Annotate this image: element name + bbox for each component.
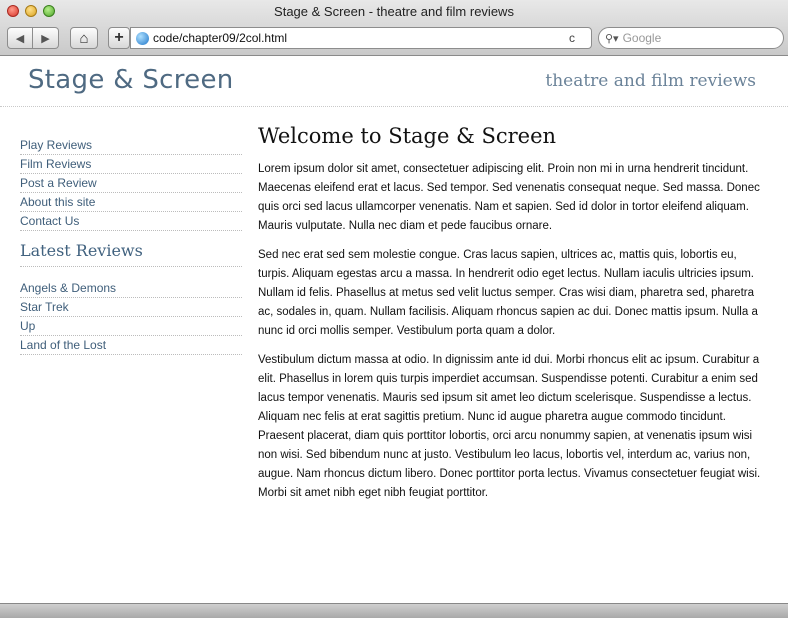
review-link-land-of-the-lost[interactable]: Land of the Lost [20,336,242,355]
home-icon: ⌂ [79,29,89,47]
address-bar[interactable]: code/chapter09/2col.html c [130,27,592,49]
home-button[interactable]: ⌂ [70,27,98,49]
latest-reviews-heading: Latest Reviews [20,241,242,267]
main-nav: Play Reviews Film Reviews Post a Review … [20,136,242,231]
site-name[interactable]: Stage & Screen [28,65,234,95]
nav-link-film-reviews[interactable]: Film Reviews [20,155,242,174]
site-header: Stage & Screen theatre and film reviews [0,57,788,107]
sidebar: Play Reviews Film Reviews Post a Review … [20,136,242,355]
url-text: code/chapter09/2col.html [153,31,288,45]
main-content: Welcome to Stage & Screen Lorem ipsum do… [258,124,768,513]
browser-toolbar: ◀ ▶ ⌂ + code/chapter09/2col.html c ⚲▾ Go… [0,27,788,51]
search-input[interactable]: ⚲▾ Google [598,27,784,49]
body-paragraph: Vestibulum dictum massa at odio. In dign… [258,354,761,499]
review-link-up[interactable]: Up [20,317,242,336]
window-title: Stage & Screen - theatre and film review… [274,4,514,19]
back-button[interactable]: ◀ [7,27,33,49]
add-bookmark-button[interactable]: + [108,27,130,49]
status-bar [0,603,788,618]
latest-reviews-list: Angels & Demons Star Trek Up Land of the… [20,279,242,355]
back-arrow-icon: ◀ [15,32,25,45]
forward-button[interactable]: ▶ [33,27,59,49]
body-paragraph: Lorem ipsum dolor sit amet, consectetuer… [258,163,760,232]
nav-link-about[interactable]: About this site [20,193,242,212]
nav-link-contact[interactable]: Contact Us [20,212,242,231]
reload-icon[interactable]: c [569,31,575,45]
globe-icon [136,31,149,45]
site-tagline: theatre and film reviews [545,71,756,91]
review-link-star-trek[interactable]: Star Trek [20,298,242,317]
review-link-angels-demons[interactable]: Angels & Demons [20,279,242,298]
page-content: Stage & Screen theatre and film reviews … [0,57,788,603]
page-title: Welcome to Stage & Screen [258,124,557,148]
search-icon: ⚲▾ [605,32,619,45]
plus-icon: + [114,29,124,46]
search-placeholder: Google [622,31,662,45]
browser-title-bar: Stage & Screen - theatre and film review… [0,0,788,56]
nav-link-post-review[interactable]: Post a Review [20,174,242,193]
forward-arrow-icon: ▶ [41,32,50,45]
nav-link-play-reviews[interactable]: Play Reviews [20,136,242,155]
body-paragraph: Sed nec erat sed sem molestie congue. Cr… [258,249,758,337]
